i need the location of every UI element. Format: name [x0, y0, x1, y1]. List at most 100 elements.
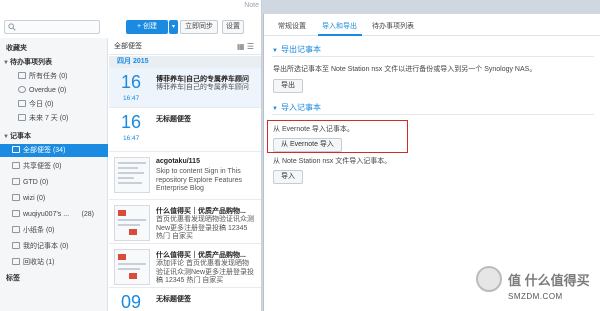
section-divider: [272, 56, 594, 57]
tab-import-export[interactable]: 导入和导出: [322, 21, 357, 31]
favorites-label: 收藏夹: [6, 45, 27, 52]
month-divider: 四月 2015: [109, 56, 261, 68]
task-list-icon: [18, 72, 26, 79]
sidebar-item-label: 未来 7 天: [29, 115, 58, 122]
note-thumbnail: [114, 249, 150, 285]
list-item[interactable]: acgotaku/115 Skip to content Sign in Thi…: [109, 152, 261, 200]
sidebar-item-xiaozhitiao[interactable]: 小纸条 (0): [0, 224, 108, 237]
note-title: acgotaku/115: [156, 158, 200, 165]
chevron-down-icon[interactable]: ▼: [2, 131, 10, 144]
sidebar-item-gtd[interactable]: GTD (0): [0, 176, 108, 189]
sidebar-item-overdue[interactable]: Overdue (0): [0, 84, 108, 97]
export-description: 导出所选记事本至 Note Station nsx 文件以进行备份或导入到另一个…: [273, 66, 537, 73]
export-section-label: 导出记事本: [280, 45, 321, 54]
collapse-arrow-icon[interactable]: ▼: [272, 106, 278, 112]
list-item[interactable]: 什么值得买｜优质产品购物... 首页优惠看发现晒物验证讯众测New更多注册登录投…: [109, 200, 261, 244]
sidebar-favorites[interactable]: 收藏夹: [0, 42, 108, 55]
note-snippet: 添加评论 首页优惠看发现晒物验证讯众测New更多注册登录投稿 12345 热门 …: [156, 260, 255, 285]
search-box[interactable]: [4, 20, 100, 34]
clock-icon: [18, 86, 26, 93]
notebook-icon: [12, 210, 20, 217]
import-section-label: 导入记事本: [280, 103, 321, 112]
create-dropdown-button[interactable]: ▾: [169, 20, 178, 34]
note-day: 16: [121, 72, 142, 92]
export-section-title[interactable]: ▼ 导出记事本: [272, 44, 321, 55]
collapse-arrow-icon[interactable]: ▼: [272, 48, 278, 54]
sidebar-item-count: (34): [52, 147, 66, 154]
sidebar-item-label: 共享便签: [23, 163, 51, 170]
sidebar-item-today[interactable]: 今日 (0): [0, 98, 108, 111]
sidebar: 收藏夹 ▼待办事项列表 所有任务 (0) Overdue (0) 今日 (0) …: [0, 38, 108, 311]
nsx-import-description: 从 Note Station nsx 文件导入记事本。: [273, 158, 392, 165]
sidebar-item-count: (0): [36, 195, 46, 202]
notebook-icon: [12, 242, 20, 249]
sidebar-item-label: 全部便签: [23, 147, 51, 154]
trash-icon: [12, 258, 20, 265]
tags-label: 标签: [6, 275, 20, 282]
sidebar-item-all-tasks[interactable]: 所有任务 (0): [0, 70, 108, 83]
sidebar-item-label: 今日: [29, 101, 43, 108]
notebook-header-label: 记事本: [10, 133, 31, 140]
settings-button[interactable]: 设置: [222, 20, 244, 34]
sidebar-tags[interactable]: 标签: [0, 272, 108, 285]
watermark-text: 值 什么值得买: [508, 273, 590, 288]
search-input[interactable]: [19, 22, 97, 32]
note-day: 09: [121, 292, 142, 311]
sidebar-item-next-7-days[interactable]: 未来 7 天 (0): [0, 112, 108, 125]
window-title: Note: [244, 2, 259, 9]
sidebar-notebook-header[interactable]: ▼记事本: [0, 130, 108, 143]
sidebar-item-label: 回收站: [23, 259, 44, 266]
export-button[interactable]: 导出: [273, 79, 303, 93]
note-title: 什么值得买｜优质产品购物...: [156, 252, 246, 259]
sidebar-item-label: GTD: [23, 179, 38, 186]
sidebar-item-wizi[interactable]: wizi (0): [0, 192, 108, 205]
note-snippet: 首页优惠看发现晒物验证讯众测New更多注册登录投稿 12345 热门 自家买: [156, 216, 254, 241]
note-time: 16:47: [123, 95, 140, 102]
note-title: 无标题便签: [156, 116, 191, 123]
note-list-header: 全部便签 ▦ ☰: [109, 38, 261, 55]
sidebar-item-count: (0): [39, 179, 49, 186]
evernote-import-description: 从 Evernote 导入记事本。: [273, 126, 354, 133]
todo-header-label: 待办事项列表: [10, 59, 52, 66]
sidebar-item-count: (0): [44, 101, 54, 108]
sidebar-item-my-notebook[interactable]: 我的记事本 (0): [0, 240, 108, 253]
create-button[interactable]: + 创建: [126, 20, 168, 34]
note-title: 无标题便签: [156, 296, 191, 303]
sync-now-button[interactable]: 立即同步: [180, 20, 218, 34]
tab-todo-list[interactable]: 待办事项列表: [372, 21, 414, 31]
sidebar-item-count: (0): [57, 87, 67, 94]
tab-general[interactable]: 常规设置: [278, 21, 306, 31]
chevron-down-icon[interactable]: ▼: [2, 57, 10, 70]
sidebar-item-label: Overdue: [29, 87, 56, 94]
grid-view-icon[interactable]: ▦: [237, 42, 245, 51]
import-section-title[interactable]: ▼ 导入记事本: [272, 102, 321, 113]
search-icon: [8, 23, 16, 31]
list-item[interactable]: 16 16:47 无标题便签: [109, 108, 261, 152]
import-button[interactable]: 导入: [273, 170, 303, 184]
note-thumbnail: [114, 205, 150, 241]
sidebar-item-label: wuqiyu007's ...: [23, 211, 70, 218]
list-item[interactable]: 什么值得买｜优质产品购物... 添加评论 首页优惠看发现晒物验证讯众测New更多…: [109, 244, 261, 288]
calendar-week-icon: [18, 114, 26, 121]
sidebar-item-count: (0): [58, 73, 68, 80]
list-item[interactable]: 09 无标题便签: [109, 288, 261, 311]
sidebar-item-shared-notes[interactable]: 共享便签 (0): [0, 160, 108, 173]
sidebar-item-count: (1): [45, 259, 55, 266]
note-list: 全部便签 ▦ ☰ 四月 2015 16 16:47 博菲养车|自己的专属养车顾问…: [109, 38, 261, 311]
settings-panel: 常规设置 导入和导出 待办事项列表 ▼ 导出记事本 导出所选记事本至 Note S…: [263, 14, 600, 311]
notebook-icon: [12, 178, 20, 185]
toolbar: + 创建 ▾ 立即同步 设置: [0, 18, 261, 38]
evernote-import-button[interactable]: 从 Evernote 导入: [273, 138, 342, 152]
view-toggle[interactable]: ▦ ☰: [237, 38, 254, 55]
sidebar-item-trash[interactable]: 回收站 (1): [0, 256, 108, 269]
note-day: 16: [121, 112, 142, 132]
note-time: 16:47: [123, 135, 140, 142]
watermark-site: SMZDM.COM: [508, 292, 563, 301]
note-title: 什么值得买｜优质产品购物...: [156, 208, 246, 215]
list-view-icon[interactable]: ☰: [247, 42, 254, 51]
sidebar-item-all-notes[interactable]: 全部便签 (34): [0, 144, 108, 157]
sidebar-item-wuqiyu007[interactable]: wuqiyu007's ... (28): [0, 208, 108, 221]
list-item[interactable]: 16 16:47 博菲养车|自己的专属养车顾问 博菲养车|自己的专属养车顾问: [109, 68, 261, 108]
sidebar-todo-header[interactable]: ▼待办事项列表: [0, 56, 108, 69]
section-divider: [272, 114, 594, 115]
